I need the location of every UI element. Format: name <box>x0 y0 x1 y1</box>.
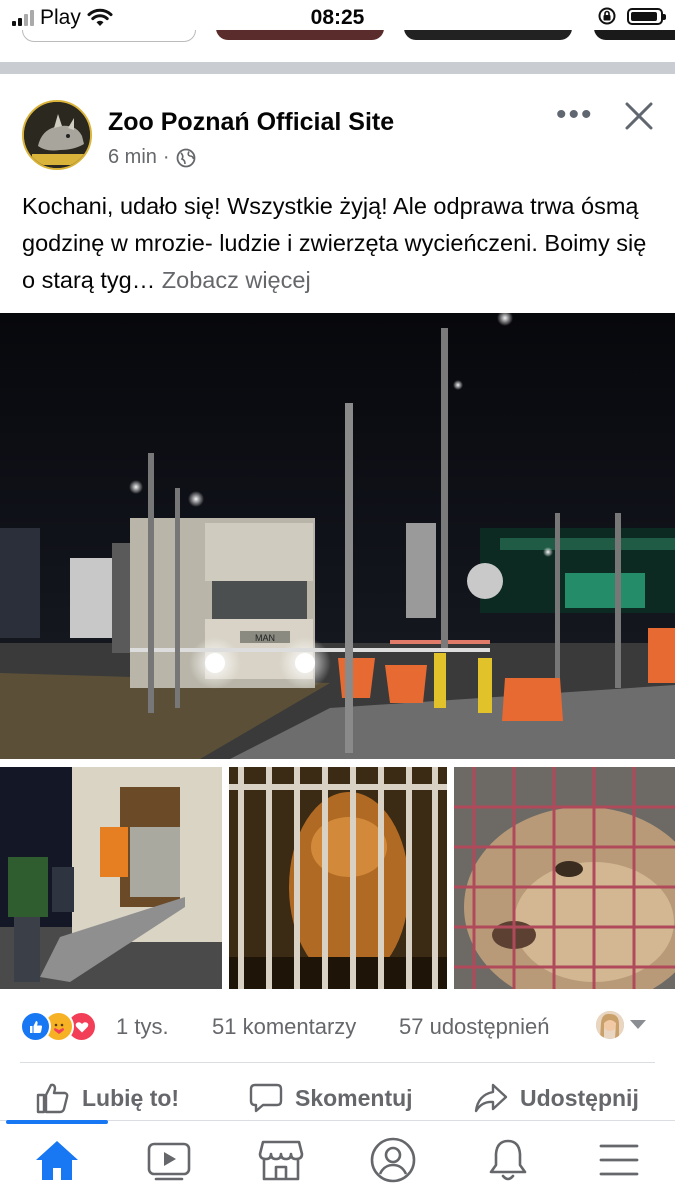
meta-separator: · <box>162 146 170 168</box>
tab-video[interactable] <box>144 1135 194 1185</box>
close-icon[interactable] <box>622 99 656 133</box>
video-icon <box>147 1142 191 1181</box>
like-button[interactable]: Lubię to! <box>36 1082 179 1114</box>
photo-thumbnail-lion[interactable] <box>454 767 675 989</box>
active-tab-indicator <box>6 1120 108 1124</box>
home-icon <box>36 1141 78 1180</box>
tab-profile[interactable] <box>368 1135 418 1185</box>
clock: 08:25 <box>310 6 365 29</box>
globe-icon <box>176 148 195 167</box>
share-label: Udostępnij <box>520 1084 639 1111</box>
photo-thumbnail-trailer[interactable] <box>0 767 222 989</box>
share-count[interactable]: 57 udostępnień <box>399 1014 549 1040</box>
menu-icon <box>599 1144 639 1176</box>
bell-icon <box>489 1139 527 1181</box>
share-icon <box>474 1083 508 1113</box>
post-actions: Lubię to! Skomentuj Udostępnij <box>0 1078 675 1120</box>
page-avatar[interactable] <box>22 100 92 170</box>
stories-strip <box>0 30 675 44</box>
share-button[interactable]: Udostępnij <box>474 1082 639 1114</box>
chevron-down-icon[interactable] <box>630 1020 646 1029</box>
tab-home[interactable] <box>32 1135 82 1185</box>
comment-label: Skomentuj <box>295 1084 413 1111</box>
feed-divider <box>0 62 675 74</box>
see-more-link[interactable]: Zobacz więcej <box>162 267 311 293</box>
more-icon[interactable]: ••• <box>556 100 594 130</box>
battery-icon <box>627 7 666 25</box>
tab-notifications[interactable] <box>483 1135 533 1185</box>
like-label: Lubię to! <box>82 1084 180 1111</box>
tab-menu[interactable] <box>594 1135 644 1185</box>
like-reaction-icon <box>20 1011 51 1042</box>
post-text: Kochani, udało się! Wszystkie żyją! Ale … <box>22 188 657 299</box>
status-right <box>597 6 666 26</box>
profile-icon <box>370 1137 416 1183</box>
post-body: Kochani, udało się! Wszystkie żyją! Ale … <box>22 193 647 293</box>
bottom-tab-bar <box>0 1120 675 1201</box>
reaction-count[interactable]: 1 tys. <box>116 1014 169 1040</box>
tab-marketplace[interactable] <box>256 1135 306 1185</box>
viewer-avatar[interactable] <box>596 1011 624 1039</box>
photo-thumbnail-tiger[interactable] <box>229 767 447 989</box>
rotation-lock-icon <box>598 7 616 25</box>
post-meta: 6 min · <box>108 146 196 169</box>
comment-button[interactable]: Skomentuj <box>249 1082 413 1114</box>
comment-count[interactable]: 51 komentarzy <box>212 1014 356 1040</box>
divider <box>20 1062 655 1063</box>
post-time[interactable]: 6 min <box>108 146 157 169</box>
truck-badge: MAN <box>255 633 275 643</box>
page-name[interactable]: Zoo Poznań Official Site <box>108 108 394 137</box>
main-photo[interactable]: MAN <box>0 313 675 759</box>
comment-icon <box>249 1083 283 1113</box>
marketplace-icon <box>258 1140 304 1181</box>
reaction-icons[interactable] <box>20 1011 97 1042</box>
thumbs-up-icon <box>36 1083 69 1114</box>
